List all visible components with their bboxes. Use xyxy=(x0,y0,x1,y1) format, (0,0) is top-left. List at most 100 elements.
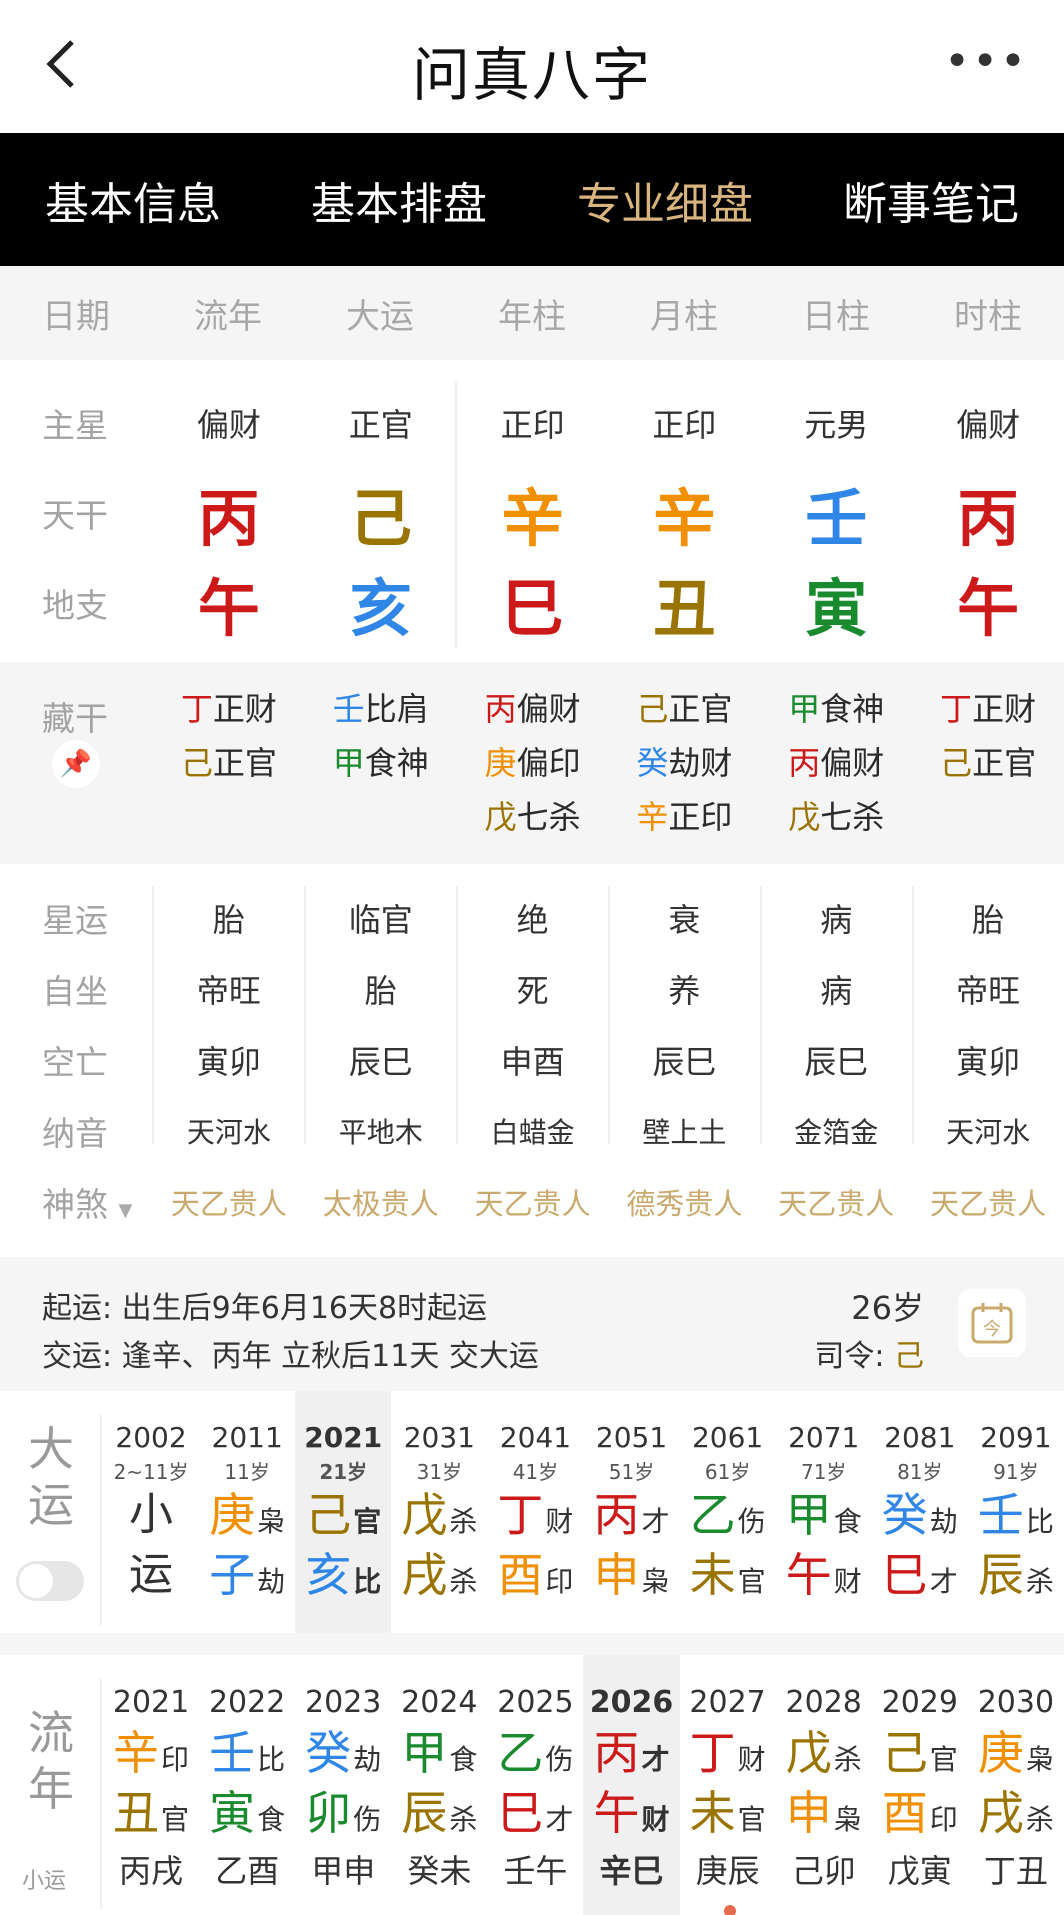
dayun-column[interactable]: 2071 71岁甲食午财 xyxy=(776,1391,872,1633)
liunian-year: 2025 xyxy=(497,1685,574,1720)
hidden-stem-star: 七杀 xyxy=(820,798,885,836)
dayun-column[interactable]: 2002 2~11岁小运 xyxy=(103,1391,199,1633)
ten-god-abbr: 伤 xyxy=(737,1505,766,1538)
more-options-icon[interactable]: ••• xyxy=(944,40,1028,84)
row-label: 地支 xyxy=(42,586,108,625)
ten-god-abbr: 杀 xyxy=(449,1505,478,1538)
liunian-column[interactable]: 2022 壬比寅食乙酉 xyxy=(199,1655,295,1915)
ganzhi-char: 壬 xyxy=(209,1726,256,1780)
hidden-stem-char: 戊 xyxy=(484,798,517,836)
hidden-stem-char: 己 xyxy=(940,744,973,782)
liunian-year: 2030 xyxy=(977,1685,1055,1720)
liunian-column[interactable]: 2027 丁财未官庚辰 xyxy=(680,1655,776,1915)
ganzhi-char: 辛 xyxy=(113,1726,160,1780)
dayun-age: 31岁 xyxy=(416,1460,463,1484)
liunian-column[interactable]: 2026 丙才午财辛巳 xyxy=(583,1655,680,1915)
earth-cell: 亥 xyxy=(349,572,412,645)
ten-god-abbr: 比 xyxy=(1025,1505,1054,1538)
hidden-stem-char: 壬 xyxy=(332,690,365,728)
caret-down-icon: ▼ xyxy=(118,1199,133,1221)
dayun-column[interactable]: 2081 81岁癸劫巳才 xyxy=(872,1391,968,1633)
hidden-stem-star: 偏财 xyxy=(516,690,581,728)
hidden-stem-char: 戊 xyxy=(788,798,821,836)
dayun-column[interactable]: 2031 31岁戊杀戌杀 xyxy=(391,1391,487,1633)
earth-cell: 巳 xyxy=(501,572,564,645)
hidden-stem-item: 辛正印 xyxy=(608,790,760,844)
liunian-column[interactable]: 2030 庚枭戌杀丁丑 xyxy=(968,1655,1064,1915)
nayin-cell: 金箔金 xyxy=(794,1115,879,1149)
dayun-columns: 2002 2~11岁小运 2011 11岁庚枭子劫 2021 21岁己官亥比 2031 31岁… xyxy=(103,1391,1064,1633)
liunian-column[interactable]: 2021 辛印丑官丙戌 xyxy=(103,1655,199,1915)
ten-god-abbr: 比 xyxy=(257,1743,286,1776)
kongwang-cell: 辰巳 xyxy=(804,1042,869,1081)
dayun-section: 大运 2002 2~11岁小运 2011 11岁庚枭子劫 2021 21岁己官亥比 2031… xyxy=(0,1391,1064,1633)
row-label: 主星 xyxy=(42,406,108,445)
ganzhi-char: 申 xyxy=(593,1548,640,1602)
liunian-year: 2029 xyxy=(881,1685,958,1720)
xingyun-cell: 胎 xyxy=(972,900,1005,939)
ten-god-abbr: 才 xyxy=(545,1803,574,1836)
dayun-year: 2002 xyxy=(115,1421,187,1454)
liunian-column[interactable]: 2025 乙伤巳才壬午 xyxy=(487,1655,583,1915)
ten-god-abbr: 官 xyxy=(737,1565,766,1598)
hidden-stem-star: 比肩 xyxy=(364,690,429,728)
liunian-column[interactable]: 2028 戊杀申枭己卯 xyxy=(776,1655,872,1915)
liunian-column[interactable]: 2029 己官酉印戊寅 xyxy=(872,1655,968,1915)
ganzhi-char: 丁 xyxy=(689,1726,736,1780)
ganzhi-char: 巳 xyxy=(881,1548,928,1602)
xiaoyun-text: 小 xyxy=(103,1482,199,1542)
heaven-cell: 丙 xyxy=(197,482,260,555)
ganzhi-char: 乙 xyxy=(689,1488,736,1542)
today-calendar-button[interactable]: 今 xyxy=(958,1289,1026,1357)
pin-icon[interactable]: 📌 xyxy=(52,740,100,788)
xingyun-cell: 胎 xyxy=(212,900,245,939)
ganzhi-pair: 丙才 xyxy=(583,1720,679,1780)
ten-god-abbr: 杀 xyxy=(449,1565,478,1598)
earth-cell: 寅 xyxy=(805,572,868,645)
divider xyxy=(100,1415,102,1625)
xingyun-row: 星运 胎 临官 绝 衰 病 胎 xyxy=(0,882,1064,953)
ganzhi-char: 未 xyxy=(689,1786,736,1840)
liunian-column[interactable]: 2024 甲食辰杀癸未 xyxy=(391,1655,487,1915)
liunian-year: 2026 xyxy=(589,1685,674,1720)
ganzhi-char: 癸 xyxy=(881,1488,928,1542)
hidden-stem-star: 偏财 xyxy=(820,744,885,782)
tab-notes[interactable]: 断事笔记 xyxy=(798,168,1064,232)
dayun-column[interactable]: 2021 21岁己官亥比 xyxy=(295,1391,392,1633)
main_star-cell: 偏财 xyxy=(196,406,261,444)
nayin-cell: 壁上土 xyxy=(642,1115,727,1149)
earth-cell: 午 xyxy=(197,572,260,645)
zizuo-cell: 死 xyxy=(516,971,549,1010)
tab-basic-info[interactable]: 基本信息 xyxy=(0,168,266,232)
page-title: 问真八字 xyxy=(411,41,652,109)
xingyun-cell: 衰 xyxy=(668,900,701,939)
ten-god-abbr: 枭 xyxy=(1025,1743,1054,1776)
xiaoyun-toggle[interactable] xyxy=(16,1561,84,1601)
main_star-cell: 正官 xyxy=(348,406,413,444)
hidden-stems-cell: 丁正财 己正官 xyxy=(912,682,1064,790)
dayun-age: 41岁 xyxy=(512,1460,559,1484)
column-header: 日柱 xyxy=(802,296,870,337)
ganzhi-char: 壬 xyxy=(977,1488,1024,1542)
dayun-column[interactable]: 2061 61岁乙伤未官 xyxy=(680,1391,776,1633)
shensha-toggle[interactable]: 神煞 ▼ xyxy=(0,1178,153,1226)
ganzhi-char: 午 xyxy=(785,1548,832,1602)
dayun-column[interactable]: 2051 51岁丙才申枭 xyxy=(583,1391,679,1633)
tab-basic-chart[interactable]: 基本排盘 xyxy=(266,168,532,232)
siling: 司令: 己 xyxy=(814,1331,924,1375)
ganzhi-char: 戊 xyxy=(785,1726,832,1780)
dayun-column[interactable]: 2041 41岁丁财酉印 xyxy=(487,1391,583,1633)
tab-professional-chart[interactable]: 专业细盘 xyxy=(532,168,798,232)
dayun-column[interactable]: 2091 91岁壬比辰杀 xyxy=(968,1391,1064,1633)
ganzhi-pair: 乙伤 xyxy=(487,1720,583,1780)
ten-god-abbr: 比 xyxy=(353,1565,382,1598)
hidden-stem-char: 己 xyxy=(180,744,213,782)
liunian-column[interactable]: 2023 癸劫卯伤甲申 xyxy=(295,1655,391,1915)
divider xyxy=(912,886,914,1144)
dayun-age: 11岁 xyxy=(224,1460,270,1484)
ganzhi-char: 己 xyxy=(305,1488,352,1542)
ganzhi-char: 酉 xyxy=(881,1786,928,1840)
dayun-column[interactable]: 2011 11岁庚枭子劫 xyxy=(199,1391,295,1633)
ten-god-abbr: 才 xyxy=(641,1505,670,1538)
pillars-section: 主星 偏财 正官 正印 正印 元男 偏财 天干 丙 己 辛 辛 壬 丙 地支 午 亥 巳 丑 寅 午 xyxy=(0,360,1064,662)
